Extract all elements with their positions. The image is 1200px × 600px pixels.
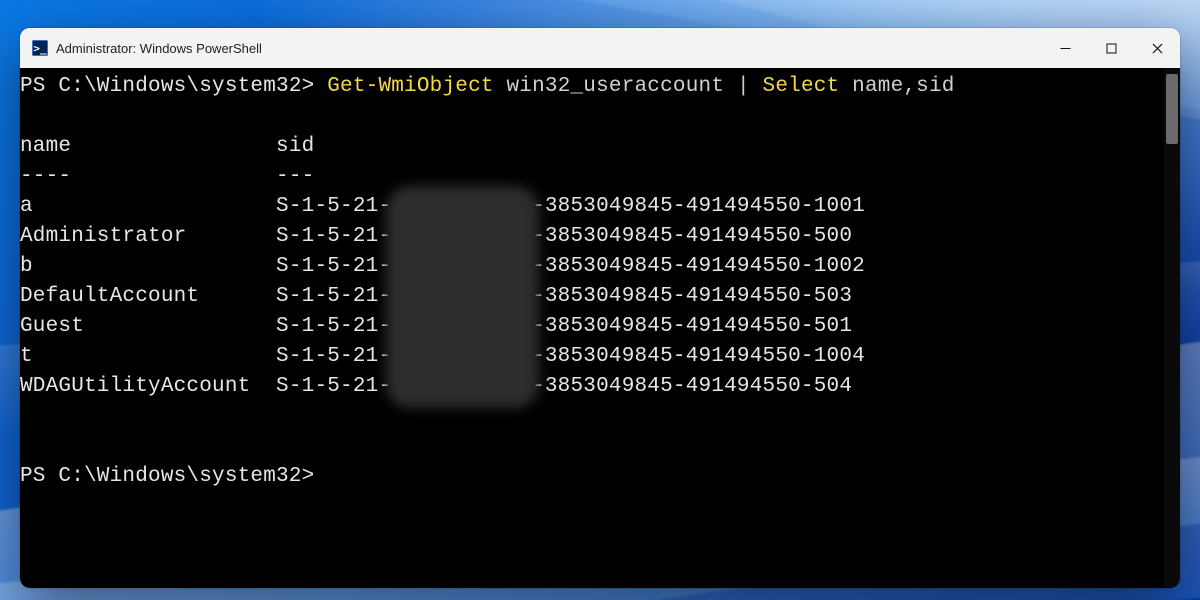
table-row: t S-1-5-21- -3853049845-491494550-1004 bbox=[20, 342, 1164, 372]
scrollbar-track[interactable] bbox=[1164, 68, 1180, 588]
table-row: WDAGUtilityAccount S-1-5-21- -3853049845… bbox=[20, 372, 1164, 402]
terminal-area[interactable]: PS C:\Windows\system32> Get-WmiObject wi… bbox=[20, 68, 1180, 588]
scrollbar-thumb[interactable] bbox=[1166, 74, 1178, 144]
title-bar[interactable]: >_ Administrator: Windows PowerShell bbox=[20, 28, 1180, 68]
table-row: Administrator S-1-5-21- -3853049845-4914… bbox=[20, 222, 1164, 252]
powershell-icon: >_ bbox=[32, 40, 48, 56]
window-title: Administrator: Windows PowerShell bbox=[56, 41, 262, 56]
table-row: a S-1-5-21- -3853049845-491494550-1001 bbox=[20, 192, 1164, 222]
command-line: PS C:\Windows\system32> Get-WmiObject wi… bbox=[20, 72, 1164, 102]
maximize-button[interactable] bbox=[1088, 28, 1134, 68]
minimize-button[interactable] bbox=[1042, 28, 1088, 68]
powershell-window: >_ Administrator: Windows PowerShell PS … bbox=[20, 28, 1180, 588]
blank-line bbox=[20, 402, 1164, 432]
table-row: b S-1-5-21- -3853049845-491494550-1002 bbox=[20, 252, 1164, 282]
table-row: Guest S-1-5-21- -3853049845-491494550-50… bbox=[20, 312, 1164, 342]
close-button[interactable] bbox=[1134, 28, 1180, 68]
blank-line bbox=[20, 432, 1164, 462]
table-header: name sid bbox=[20, 132, 1164, 162]
prompt-line: PS C:\Windows\system32> bbox=[20, 462, 1164, 492]
table-row: DefaultAccount S-1-5-21- -3853049845-491… bbox=[20, 282, 1164, 312]
table-divider: ---- --- bbox=[20, 162, 1164, 192]
blank-line bbox=[20, 102, 1164, 132]
